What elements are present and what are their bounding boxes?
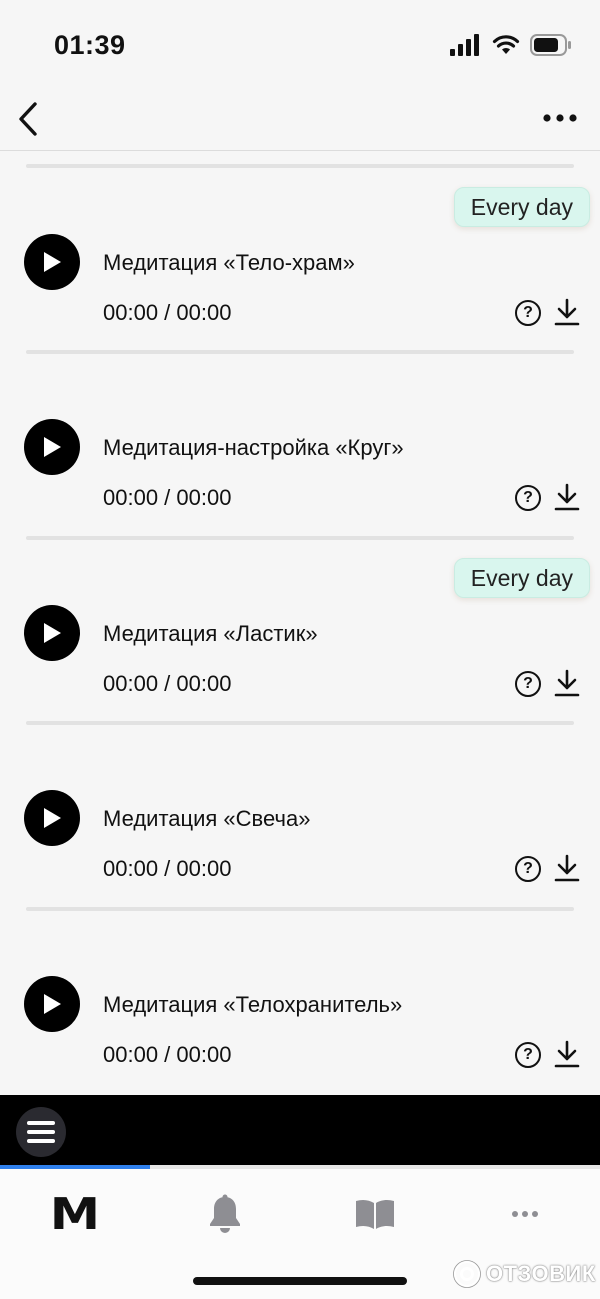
hamburger-icon [27,1121,55,1143]
track-time: 00:00 / 00:00 [103,1042,232,1067]
play-button[interactable] [24,790,80,846]
download-icon[interactable] [554,298,580,326]
more-icon [512,1211,538,1217]
play-button[interactable] [24,976,80,1032]
download-icon[interactable] [554,854,580,882]
divider [26,721,574,725]
otzovik-logo-icon [453,1260,481,1288]
watermark: ОТЗОВИК [452,1259,596,1289]
status-time: 01:39 [54,30,126,60]
help-button[interactable]: ? [515,300,541,326]
play-icon [44,994,61,1014]
bell-icon [210,1194,240,1233]
player-bar [0,1095,600,1165]
play-icon [44,623,61,643]
watermark-text: ОТЗОВИК [486,1261,596,1286]
help-icon: ? [523,489,533,506]
divider [26,536,574,540]
help-icon: ? [523,1046,533,1063]
wifi-icon [492,35,520,54]
help-button[interactable]: ? [515,856,541,882]
menu-button[interactable] [16,1107,66,1157]
tab-more[interactable] [450,1179,600,1249]
book-icon [356,1199,394,1229]
track-title: Медитация-настройка «Круг» [103,435,404,460]
play-button[interactable] [24,605,80,661]
play-button[interactable] [24,234,80,290]
tab-home[interactable]: M [0,1179,150,1249]
chevron-left-icon [19,102,37,136]
play-icon [44,437,61,457]
download-icon[interactable] [554,669,580,697]
help-icon: ? [523,675,533,692]
every-day-badge: Every day [453,558,590,598]
track-list[interactable]: Every day Медитация «Тело-храм» 00:00 / … [0,150,600,1095]
help-icon: ? [523,860,533,877]
help-button[interactable]: ? [515,1042,541,1068]
track-title: Медитация «Телохранитель» [103,992,403,1017]
tab-library[interactable] [300,1179,450,1249]
divider [26,907,574,911]
cellular-signal-icon [450,34,479,56]
m-logo-icon: M [49,1188,101,1240]
nav-bar [0,90,600,151]
help-button[interactable]: ? [515,671,541,697]
help-icon: ? [523,304,533,321]
play-icon [44,808,61,828]
help-button[interactable]: ? [515,485,541,511]
back-button[interactable] [10,94,46,144]
more-options-button[interactable] [540,100,580,136]
home-indicator [193,1277,407,1285]
track-time: 00:00 / 00:00 [103,485,232,510]
more-horizontal-icon [543,114,577,122]
play-icon [44,252,61,272]
track-time: 00:00 / 00:00 [103,300,232,325]
track-title: Медитация «Свеча» [103,806,311,831]
download-icon[interactable] [554,1040,580,1068]
track-title: Медитация «Ластик» [103,621,318,646]
tab-notifications[interactable] [150,1179,300,1249]
status-icons [450,34,572,56]
track-title: Медитация «Тело-храм» [103,250,355,275]
divider [26,350,574,354]
track-time: 00:00 / 00:00 [103,856,232,881]
download-icon[interactable] [554,483,580,511]
track-time: 00:00 / 00:00 [103,671,232,696]
play-button[interactable] [24,419,80,475]
divider [26,164,574,168]
battery-icon [530,34,571,56]
every-day-badge: Every day [453,187,590,227]
status-bar: 01:39 [0,0,600,90]
